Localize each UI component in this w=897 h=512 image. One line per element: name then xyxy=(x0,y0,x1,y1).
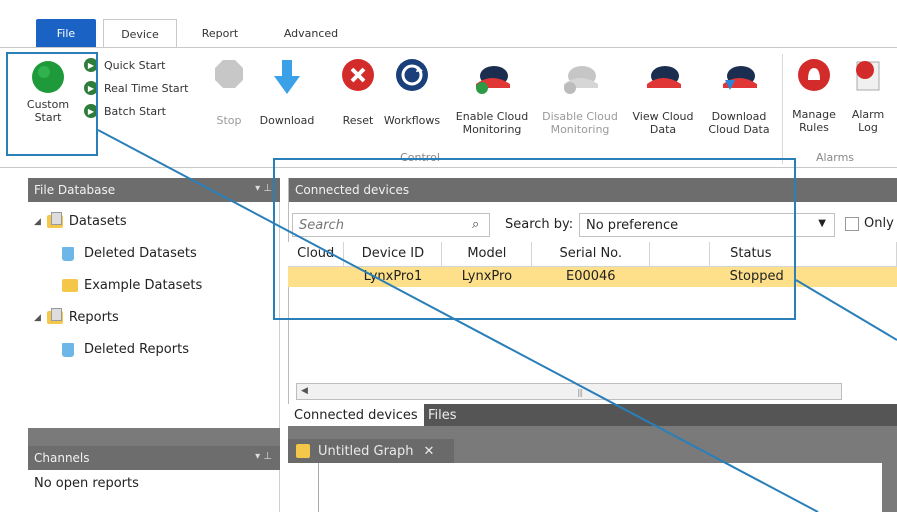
callout-lines xyxy=(97,129,897,512)
